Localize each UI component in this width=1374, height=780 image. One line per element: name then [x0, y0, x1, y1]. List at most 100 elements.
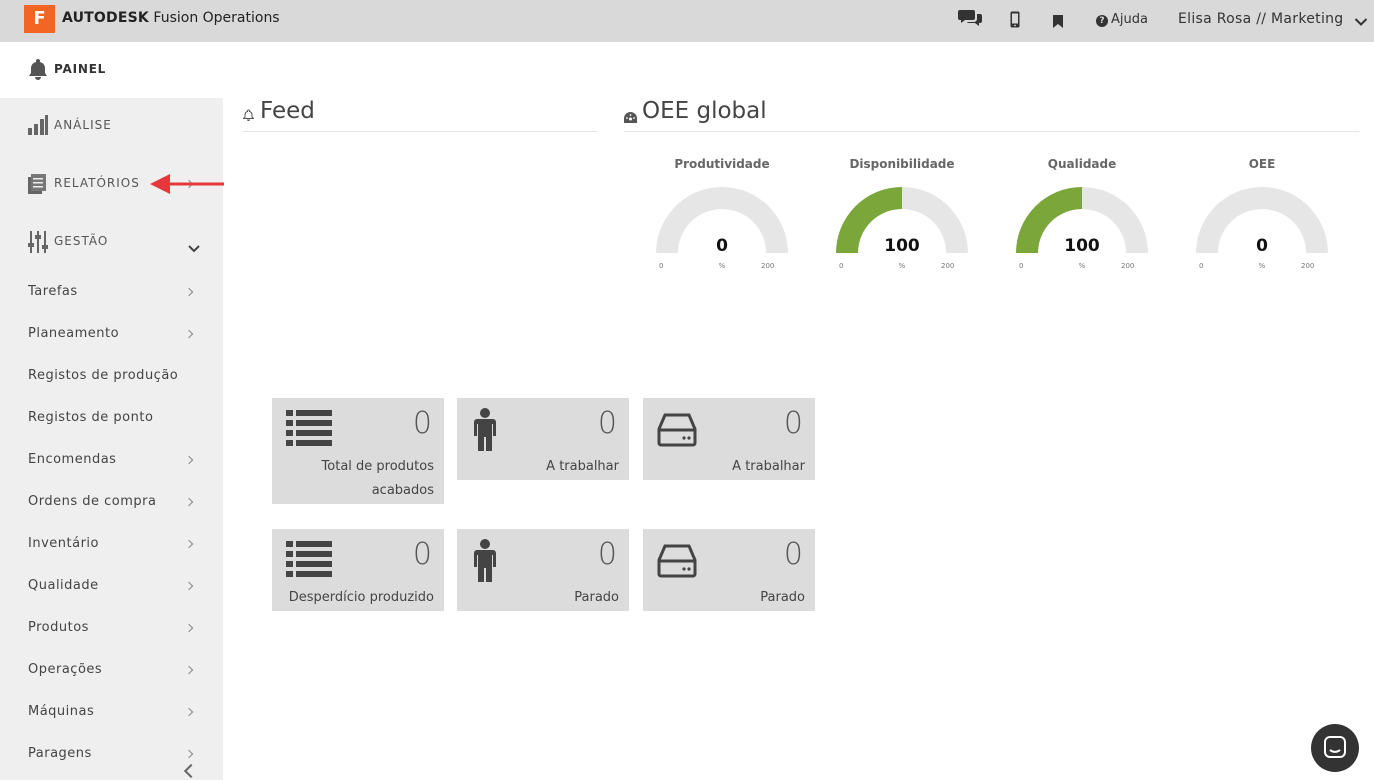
- sidebar-item-label: Encomendas: [28, 452, 117, 467]
- kpi-label: Desperdício produzido: [288, 590, 434, 605]
- chat-icon[interactable]: [958, 8, 982, 32]
- mobile-icon[interactable]: [1010, 11, 1020, 32]
- chevron-right-icon: [184, 623, 194, 633]
- machine-icon: [657, 413, 697, 451]
- gauge-value: 0: [716, 236, 728, 256]
- sidebar-analise-label: ANÁLISE: [54, 118, 112, 132]
- oee-divider: [624, 131, 1359, 132]
- sidebar-item-opera-es[interactable]: Operações: [0, 655, 223, 685]
- sidebar-item-label: Registos de ponto: [28, 410, 154, 425]
- user-menu[interactable]: Elisa Rosa // Marketing: [1178, 11, 1344, 27]
- sidebar-item-invent-rio[interactable]: Inventário: [0, 529, 223, 559]
- feed-title: Feed: [260, 98, 315, 124]
- sidebar-painel-label: PAINEL: [54, 62, 107, 76]
- sidebar-item-analise[interactable]: ANÁLISE: [0, 106, 223, 146]
- kpi-card[interactable]: 0 A trabalhar: [457, 398, 629, 480]
- sidebar-item-label: Registos de produção: [28, 368, 179, 383]
- list-icon: [286, 410, 332, 452]
- top-bar: F AUTODESK Fusion Operations ? Ajuda Elis…: [0, 0, 1374, 42]
- sidebar-item-label: Tarefas: [28, 284, 78, 299]
- chevron-right-icon: [184, 581, 194, 591]
- sidebar-item-label: Máquinas: [28, 704, 95, 719]
- gauge-max: 200: [941, 262, 955, 270]
- sidebar-item-registos-de-produ-o[interactable]: Registos de produção: [0, 361, 223, 391]
- oee-title: OEE global: [642, 98, 767, 124]
- person-icon: [471, 408, 499, 456]
- kpi-label: Parado: [574, 590, 619, 605]
- gauge-max: 200: [1301, 262, 1315, 270]
- chevron-right-icon: [184, 707, 194, 717]
- gauge-max: 200: [1121, 262, 1135, 270]
- gauge-title: Disponibilidade: [849, 157, 955, 171]
- bookmark-icon[interactable]: [1053, 13, 1063, 32]
- bell-icon: [28, 58, 48, 84]
- gauge-title: Qualidade: [1047, 157, 1117, 171]
- chevron-right-icon: [184, 539, 194, 549]
- sidebar-item-label: Qualidade: [28, 578, 99, 593]
- sidebar: ANÁLISE RELATÓRIOS GESTÃO Tarefas Planeam…: [0, 98, 223, 780]
- sidebar-item-label: Ordens de compra: [28, 494, 157, 509]
- kpi-value: 0: [783, 406, 803, 441]
- bell-icon: [242, 106, 255, 125]
- kpi-value: 0: [597, 537, 617, 572]
- feed-divider: [243, 131, 597, 132]
- sidebar-item-ordens-de-compra[interactable]: Ordens de compra: [0, 487, 223, 517]
- kpi-value: 0: [412, 406, 432, 441]
- sidebar-item-produtos[interactable]: Produtos: [0, 613, 223, 643]
- kpi-card[interactable]: 0 Total de produtos acabados: [272, 398, 444, 504]
- gauge-qualidade: Qualidade 100 0 % 200: [1007, 157, 1157, 287]
- bar-chart-icon: [28, 115, 48, 139]
- sidebar-item-planeamento[interactable]: Planeamento: [0, 319, 223, 349]
- gauge-unit: %: [1258, 262, 1266, 270]
- sidebar-item-encomendas[interactable]: Encomendas: [0, 445, 223, 475]
- annotation-arrow-icon: [150, 172, 224, 200]
- sidebar-item-painel[interactable]: PAINEL: [0, 42, 223, 98]
- sidebar-item-qualidade[interactable]: Qualidade: [0, 571, 223, 601]
- chevron-down-icon[interactable]: [1354, 12, 1368, 31]
- chevron-right-icon: [184, 329, 194, 339]
- reports-icon: [28, 174, 46, 198]
- kpi-value: 0: [597, 406, 617, 441]
- kpi-card[interactable]: 0 A trabalhar: [643, 398, 815, 480]
- sidebar-gestao-label: GESTÃO: [54, 234, 109, 248]
- sidebar-item-registos-de-ponto[interactable]: Registos de ponto: [0, 403, 223, 433]
- sidebar-item-tarefas[interactable]: Tarefas: [0, 277, 223, 307]
- kpi-card[interactable]: 0 Parado: [457, 529, 629, 611]
- chevron-right-icon: [184, 497, 194, 507]
- kpi-card[interactable]: 0 Parado: [643, 529, 815, 611]
- kpi-value: 0: [412, 537, 432, 572]
- fusion-logo[interactable]: F: [24, 5, 55, 33]
- gauge-disponibilidade: Disponibilidade 100 0 % 200: [827, 157, 977, 287]
- gauge-title: OEE: [1248, 157, 1276, 171]
- gauge-unit: %: [1078, 262, 1086, 270]
- dashboard-icon: [624, 108, 637, 127]
- gauge-oee: OEE 0 0 % 200: [1187, 157, 1337, 287]
- sidebar-relatorios-label: RELATÓRIOS: [54, 176, 140, 190]
- machine-icon: [657, 544, 697, 582]
- sidebar-item-gestao[interactable]: GESTÃO: [0, 222, 223, 262]
- sidebar-item-m-quinas[interactable]: Máquinas: [0, 697, 223, 727]
- sidebar-item-label: Operações: [28, 662, 103, 677]
- help-link[interactable]: ? Ajuda: [1096, 12, 1148, 27]
- brand-product: Fusion Operations: [153, 10, 280, 26]
- chevron-right-icon: [184, 287, 194, 297]
- chat-bubble-icon: [1324, 736, 1346, 758]
- help-icon: ?: [1096, 15, 1108, 27]
- kpi-label: A trabalhar: [546, 459, 619, 474]
- kpi-value: 0: [783, 537, 803, 572]
- sliders-icon: [28, 231, 48, 257]
- gauge-unit: %: [898, 262, 906, 270]
- brand-bold: AUTODESK: [62, 10, 149, 26]
- sidebar-item-label: Produtos: [28, 620, 89, 635]
- kpi-label: A trabalhar: [732, 459, 805, 474]
- sidebar-item-label: Paragens: [28, 746, 92, 761]
- gauge-value: 100: [1064, 236, 1100, 256]
- support-chat-button[interactable]: [1311, 724, 1359, 772]
- kpi-card[interactable]: 0 Desperdício produzido: [272, 529, 444, 611]
- sidebar-item-label: Planeamento: [28, 326, 120, 341]
- gauge-max: 200: [761, 262, 775, 270]
- person-icon: [471, 539, 499, 587]
- kpi-label: Total de produtos acabados: [321, 459, 434, 498]
- sidebar-item-label: Inventário: [28, 536, 99, 551]
- kpi-label: Parado: [760, 590, 805, 605]
